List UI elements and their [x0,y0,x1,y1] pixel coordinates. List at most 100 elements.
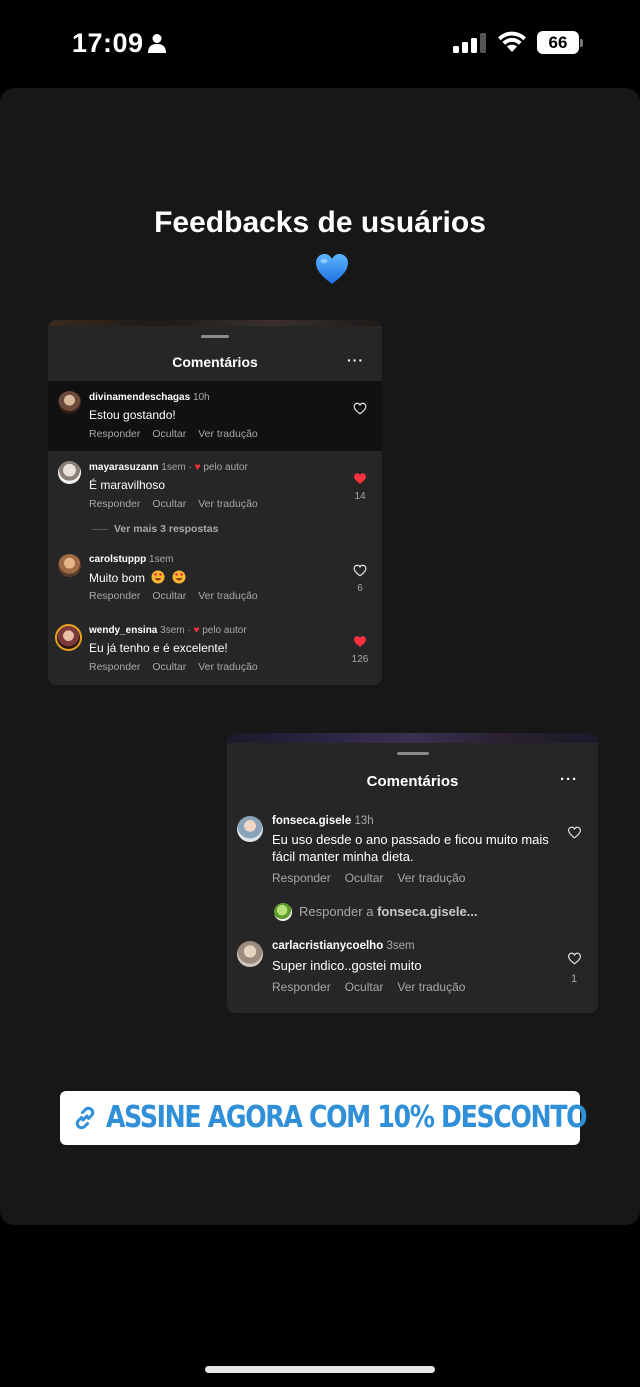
heart-filled-icon[interactable] [353,635,367,648]
heart-outline-icon[interactable] [353,402,367,415]
hide-button[interactable]: Ocultar [152,428,186,440]
story-headline: Feedbacks de usuários [154,206,486,239]
comment-time: 3sem [386,940,415,952]
username-text[interactable]: divinamendeschagas [89,392,190,403]
hide-button[interactable]: Ocultar [345,871,384,885]
see-translation-button[interactable]: Ver tradução [397,980,465,994]
hide-button[interactable]: Ocultar [152,590,186,602]
reply-button[interactable]: Responder [272,871,331,885]
heart-eyes-emoji-icon [172,570,186,584]
username-text[interactable]: fonseca.gisele [272,815,351,827]
comment-item: wendy_ensina 3sem · ♥ pelo autor Eu já t… [48,614,382,685]
video-preview-strip [227,733,598,743]
drag-handle[interactable] [397,752,429,755]
avatar[interactable] [58,554,81,577]
heart-outline-icon[interactable] [567,952,582,965]
avatar[interactable] [237,941,263,967]
comments-card-1: Comentários ··· divinamendeschagas 10h E… [48,320,382,685]
comment-item: mayarasuzann 1sem · ♥ pelo autor É marav… [48,451,382,543]
subscribe-link-sticker[interactable]: ASSINE AGORA COM 10% DESCONTO [60,1091,588,1145]
hide-button[interactable]: Ocultar [152,661,186,673]
comment-actions: Responder Ocultar Ver tradução [89,498,270,510]
username-text[interactable]: carlacristianycoelho [272,940,383,952]
comments-title: Comentários [366,773,459,790]
link-icon [75,1106,95,1130]
comment-username[interactable]: carlacristianycoelho 3sem [272,940,415,952]
comment-username[interactable]: wendy_ensina 3sem · ♥ pelo autor [89,625,247,636]
comments-title: Comentários [172,354,258,370]
avatar[interactable] [237,816,263,842]
battery-icon: 66 [537,31,583,54]
liked-by-author-heart-icon: ♥ [193,625,200,636]
hide-button[interactable]: Ocultar [345,980,384,994]
comment-text-body: Muito bom [89,571,146,585]
comment-item: carlacristianycoelho 3sem Super indico..… [227,928,598,1008]
blue-heart-icon [316,254,348,284]
like-count: 6 [357,583,363,594]
comment-username[interactable]: carolstuppp 1sem [89,554,173,565]
comment-text: É maravilhoso [89,478,166,492]
comment-text: Eu já tenho e é excelente! [89,641,228,655]
user-avatar-small [274,903,292,921]
comment-time: 1sem [149,554,174,565]
heart-filled-icon[interactable] [353,472,367,485]
comment-actions: Responder Ocultar Ver tradução [272,980,479,994]
subscribe-cta-label: ASSINE AGORA COM 10% DESCONTO [106,1100,588,1135]
cellular-signal-icon [453,33,486,53]
reply-button[interactable]: Responder [89,498,140,510]
status-bar: 17:09 66 [0,0,640,88]
comment-item: fonseca.gisele 13h Eu uso desde o ano pa… [227,803,598,891]
comment-username[interactable]: divinamendeschagas 10h [89,392,210,403]
reply-button[interactable]: Responder [89,428,140,440]
reply-button[interactable]: Responder [89,590,140,602]
comment-text: Super indico..gostei muito [272,958,422,973]
person-icon [148,34,166,53]
like-count: 14 [354,491,366,502]
comment-actions: Responder Ocultar Ver tradução [89,661,270,673]
reply-prefix: Responder a [299,904,374,919]
comment-actions: Responder Ocultar Ver tradução [89,428,270,440]
username-text[interactable]: carolstuppp [89,554,146,565]
avatar[interactable] [58,391,81,414]
comment-item: carolstuppp 1sem Muito bom Responder Ocul… [48,543,382,614]
more-options-icon[interactable]: ··· [560,771,578,788]
reply-button[interactable]: Responder [272,980,331,994]
comment-item: divinamendeschagas 10h Estou gostando! R… [48,381,382,451]
liked-by-author-label: pelo autor [203,462,248,473]
comment-text: Estou gostando! [89,408,176,422]
heart-eyes-emoji-icon [151,570,165,584]
comment-time: 10h [192,392,210,403]
liked-by-author-heart-icon: ♥ [194,462,201,473]
comment-time: 13h [354,815,374,827]
see-translation-button[interactable]: Ver tradução [198,498,258,510]
username-text[interactable]: mayarasuzann [89,462,158,473]
reply-to-input[interactable]: Responder a fonseca.gisele... [299,904,478,919]
video-preview-strip [48,320,382,326]
see-translation-button[interactable]: Ver tradução [198,661,258,673]
heart-outline-icon[interactable] [567,826,582,839]
comment-actions: Responder Ocultar Ver tradução [272,871,479,885]
liked-by-author-label: pelo autor [202,625,247,636]
drag-handle[interactable] [201,335,229,338]
avatar[interactable] [55,624,82,651]
heart-outline-icon[interactable] [353,564,367,577]
username-text[interactable]: wendy_ensina [89,625,157,636]
reply-button[interactable]: Responder [89,661,140,673]
comment-actions: Responder Ocultar Ver tradução [89,590,270,602]
hide-button[interactable]: Ocultar [152,498,186,510]
reply-username: fonseca.gisele... [377,904,478,919]
comment-username[interactable]: mayarasuzann 1sem · ♥ pelo autor [89,462,248,473]
see-translation-button[interactable]: Ver tradução [397,871,465,885]
battery-level: 66 [548,33,568,52]
view-more-replies-button[interactable]: Ver mais 3 respostas [91,523,218,535]
avatar[interactable] [58,461,81,484]
comment-time: 1sem · [161,462,192,473]
home-indicator[interactable] [205,1366,435,1373]
comment-username[interactable]: fonseca.gisele 13h [272,815,374,827]
wifi-icon [498,31,526,52]
see-translation-button[interactable]: Ver tradução [198,590,258,602]
see-translation-button[interactable]: Ver tradução [198,428,258,440]
more-options-icon[interactable]: ··· [347,352,364,368]
comment-text: Muito bom [89,570,186,585]
comment-text: Eu uso desde o ano passado e ficou muito… [272,832,549,864]
